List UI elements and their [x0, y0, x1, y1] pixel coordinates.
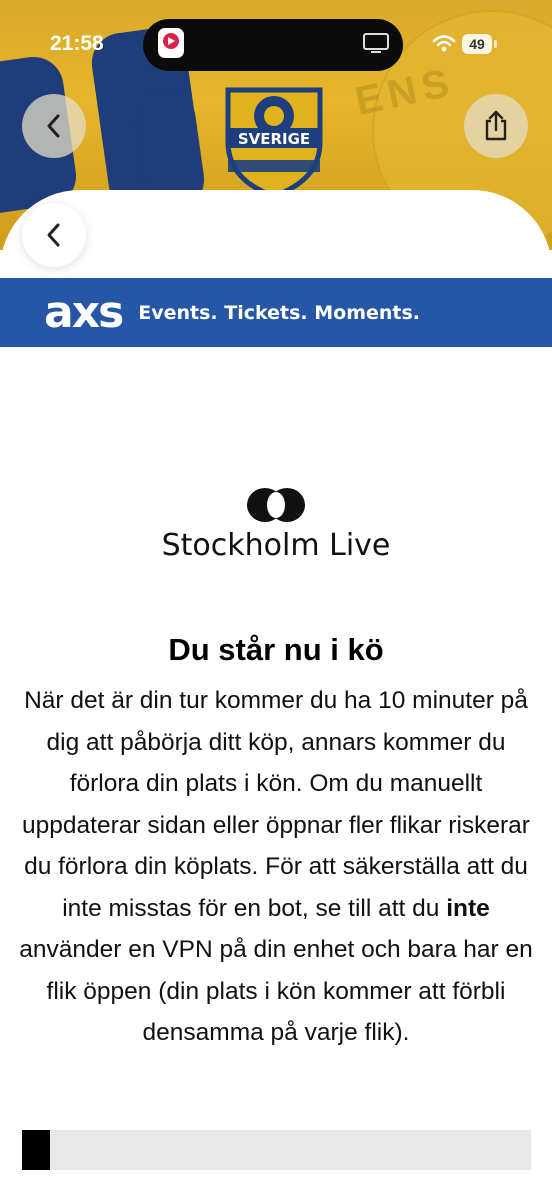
queue-title: Du står nu i kö: [168, 632, 384, 667]
queue-progress-fill: [22, 1130, 50, 1170]
sweden-crest-logo: SVERIGE: [225, 87, 323, 199]
screen-mirroring-icon: [363, 33, 389, 53]
chevron-left-icon: [47, 223, 60, 247]
battery-indicator: 49: [462, 34, 492, 54]
back-button[interactable]: [22, 94, 86, 158]
axs-logo: axs: [44, 287, 124, 338]
organizer-name: Stockholm Live: [161, 528, 391, 563]
queue-description: När det är din tur kommer du ha 10 minut…: [19, 687, 533, 1046]
queue-progress-bar: [22, 1130, 531, 1170]
app-icon: [158, 28, 184, 58]
stockholm-live-logo-icon: [247, 488, 305, 522]
axs-banner: axs Events. Tickets. Moments.: [0, 278, 552, 347]
svg-text:SVERIGE: SVERIGE: [238, 130, 310, 148]
share-button[interactable]: [464, 94, 528, 158]
status-time: 21:58: [50, 32, 104, 55]
axs-tagline: Events. Tickets. Moments.: [138, 301, 421, 324]
wifi-icon: [432, 35, 456, 52]
share-icon: [485, 110, 507, 141]
sheet-back-button[interactable]: [22, 203, 86, 267]
chevron-left-icon: [47, 114, 60, 138]
